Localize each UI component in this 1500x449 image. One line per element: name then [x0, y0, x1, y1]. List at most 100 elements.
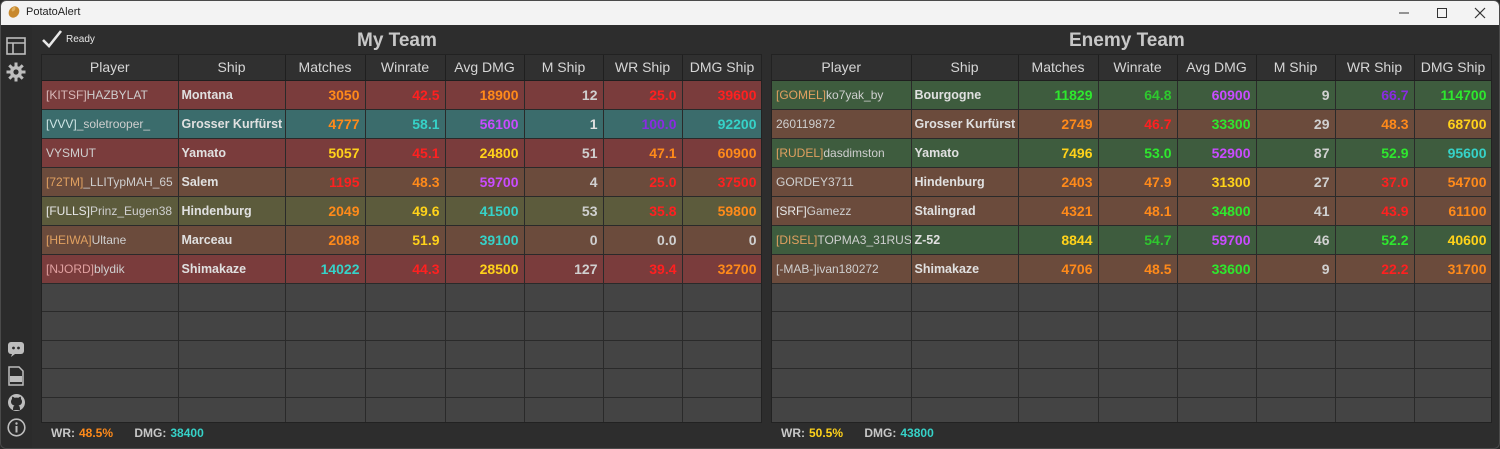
empty-cell	[445, 311, 525, 341]
ship-winrate-cell: 0.0	[603, 225, 683, 255]
clan-tag: [DISEL]	[776, 232, 818, 247]
empty-cell	[365, 311, 446, 341]
player-name-cell[interactable]: [NJORD]blydik	[42, 254, 179, 284]
empty-cell	[524, 397, 604, 422]
player-name-cell[interactable]: [SRF]Gamezz	[772, 196, 912, 226]
ship-name-cell: Yamato	[911, 138, 1019, 168]
player-name-cell[interactable]: VYSMUT	[42, 138, 179, 168]
empty-cell	[772, 311, 912, 341]
clan-tag: [VVV]	[46, 116, 77, 131]
player-row[interactable]: GORDEY3711 Hindenburg 2403 47.9 31300 27 37.0 5…	[772, 167, 1491, 197]
column-header[interactable]: Ship	[178, 55, 286, 81]
player-row[interactable]: [DISEL]TOPMA3_31RUS Z-52 8844 54.7 59700 46 52…	[772, 225, 1491, 255]
player-name-cell[interactable]: [DISEL]TOPMA3_31RUS	[772, 225, 912, 255]
ship-dmg-cell: 95600	[1414, 138, 1491, 168]
empty-cell	[1414, 311, 1491, 341]
player-row[interactable]: [HEIWA]Ultane Marceau 2088 51.9 39100 0 0.0 0	[42, 225, 761, 255]
wr-value: 48.5%	[79, 426, 114, 440]
matches-cell: 4321	[1018, 196, 1099, 226]
maximize-button[interactable]	[1423, 1, 1461, 25]
column-header[interactable]: Player	[772, 55, 912, 81]
clan-tag: [HEIWA]	[46, 232, 92, 247]
player-name-cell[interactable]: [VVV]_soletrooper_	[42, 109, 179, 139]
empty-cell	[178, 368, 286, 398]
ship-name-cell: Hindenburg	[911, 167, 1019, 197]
empty-cell	[1335, 340, 1415, 369]
column-header[interactable]: Ship	[911, 55, 1019, 81]
avg-dmg-cell: 31300	[1177, 167, 1257, 197]
empty-cell	[772, 397, 912, 422]
player-row[interactable]: [GOMEL]ko7yak_by Bourgogne 11829 64.8 60900 9…	[772, 80, 1491, 110]
empty-cell	[1335, 397, 1415, 422]
empty-cell	[1177, 283, 1257, 312]
column-header[interactable]: Winrate	[1098, 55, 1178, 81]
player-name-cell[interactable]: 260119872	[772, 109, 912, 139]
column-header[interactable]: Matches	[285, 55, 366, 81]
player-name-cell[interactable]: GORDEY3711	[772, 167, 912, 197]
column-header[interactable]: Matches	[1018, 55, 1099, 81]
column-header[interactable]: DMG Ship	[682, 55, 761, 81]
sidebar	[1, 25, 32, 448]
player-row[interactable]: [VVV]_soletrooper_ Grosser Kurfürst 4777 58…	[42, 109, 761, 139]
enemy-team-summary: WR: 50.5% DMG: 43800	[781, 426, 938, 440]
player-row[interactable]: 260119872 Grosser Kurfürst 2749 46.7 33300 29…	[772, 109, 1491, 139]
discord-button[interactable]	[5, 338, 27, 360]
my-team-title: My Team	[357, 30, 437, 51]
avg-dmg-cell: 18900	[445, 80, 525, 110]
avg-dmg-cell: 33300	[1177, 109, 1257, 139]
player-name-cell[interactable]: [FULLS]Prinz_Eugen38	[42, 196, 179, 226]
column-header[interactable]: Avg DMG	[1177, 55, 1257, 81]
column-header[interactable]: Player	[42, 55, 179, 81]
player-name-cell[interactable]: [GOMEL]ko7yak_by	[772, 80, 912, 110]
settings-button[interactable]	[5, 61, 27, 83]
column-header[interactable]: WR Ship	[603, 55, 683, 81]
avg-dmg-cell: 41500	[445, 196, 525, 226]
player-name-cell[interactable]: [72TM]_LLITypMAH_65	[42, 167, 179, 197]
column-header[interactable]: M Ship	[524, 55, 604, 81]
player-row[interactable]: [RUDEL]dasdimston Yamato 7496 53.0 52900 87 52…	[772, 138, 1491, 168]
player-name-cell[interactable]: [KITSF]HAZBYLAT	[42, 80, 179, 110]
column-header[interactable]: DMG Ship	[1414, 55, 1491, 81]
column-header[interactable]: WR Ship	[1335, 55, 1415, 81]
ship-winrate-cell: 52.2	[1335, 225, 1415, 255]
empty-cell	[285, 397, 366, 422]
winrate-cell: 48.3	[365, 167, 446, 197]
close-button[interactable]	[1461, 1, 1499, 25]
column-header[interactable]: M Ship	[1256, 55, 1336, 81]
player-row[interactable]: [NJORD]blydik Shimakaze 14022 44.3 28500 127 3…	[42, 254, 761, 284]
winrate-cell: 45.1	[365, 138, 446, 168]
ship-name-cell: Bourgogne	[911, 80, 1019, 110]
winrate-cell: 53.0	[1098, 138, 1178, 168]
github-button[interactable]	[5, 391, 27, 413]
minimize-button[interactable]	[1385, 1, 1423, 25]
empty-cell	[1018, 311, 1099, 341]
ship-winrate-cell: 66.7	[1335, 80, 1415, 110]
ship-dmg-cell: 31700	[1414, 254, 1491, 284]
player-name-cell[interactable]: [-MAB-]ivan180272	[772, 254, 912, 284]
log-button[interactable]	[5, 365, 27, 387]
wr-value: 50.5%	[809, 426, 844, 440]
player-row[interactable]: [KITSF]HAZBYLAT Montana 3050 42.5 18900 12 25.…	[42, 80, 761, 110]
ship-winrate-cell: 48.3	[1335, 109, 1415, 139]
player-row[interactable]: [FULLS]Prinz_Eugen38 Hindenburg 2049 49.6 41…	[42, 196, 761, 226]
empty-cell	[524, 340, 604, 369]
ship-name-cell: Z-52	[911, 225, 1019, 255]
player-row[interactable]: VYSMUT Yamato 5057 45.1 24800 51 47.1 60900	[42, 138, 761, 168]
info-button[interactable]	[5, 416, 27, 438]
ship-matches-cell: 41	[1256, 196, 1336, 226]
player-row[interactable]: [SRF]Gamezz Stalingrad 4321 48.1 34800 41 43.9…	[772, 196, 1491, 226]
column-header[interactable]: Winrate	[365, 55, 446, 81]
player-name-cell[interactable]: [RUDEL]dasdimston	[772, 138, 912, 168]
matches-cell: 4777	[285, 109, 366, 139]
player-row[interactable]: [-MAB-]ivan180272 Shimakaze 4706 48.5 33600 9…	[772, 254, 1491, 284]
ship-dmg-cell: 114700	[1414, 80, 1491, 110]
player-name: ko7yak_by	[826, 87, 884, 102]
player-row[interactable]: [72TM]_LLITypMAH_65 Salem 1195 48.3 59700 4 25…	[42, 167, 761, 197]
table-view-button[interactable]	[5, 35, 27, 57]
winrate-cell: 54.7	[1098, 225, 1178, 255]
potato-icon	[8, 6, 20, 18]
player-name-cell[interactable]: [HEIWA]Ultane	[42, 225, 179, 255]
column-header[interactable]: Avg DMG	[445, 55, 525, 81]
empty-row	[42, 368, 761, 398]
empty-cell	[1335, 283, 1415, 312]
